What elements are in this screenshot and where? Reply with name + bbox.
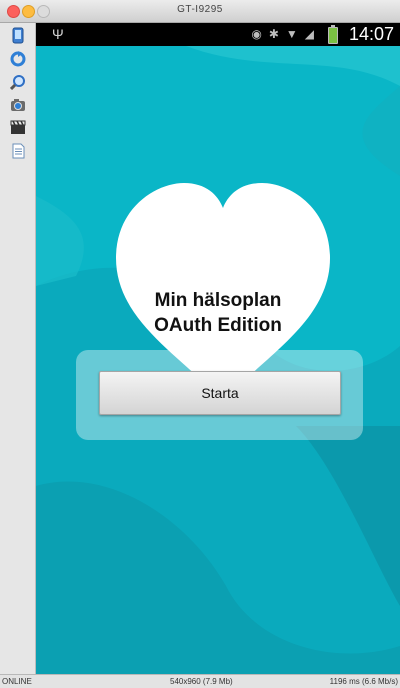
usb-icon: Ψ [52,26,64,42]
rotate-icon[interactable] [9,50,27,67]
wifi-icon: ▼ [285,27,298,41]
phone-screen: Ψ ◉ ✱ ▼ ◢ 14:07 Min hälsoplan OAuth Edit… [36,23,400,674]
clapper-icon[interactable] [9,119,27,136]
status-clock: 14:07 [348,24,394,44]
camera-icon[interactable] [9,96,27,113]
resolution-info: 540x960 (7.9 Mb) [170,677,233,686]
app-title-line2: OAuth Edition [154,315,282,336]
zoom-icon[interactable] [9,73,27,90]
device-icon[interactable] [9,27,27,44]
window-titlebar: GT-I9295 [0,0,400,23]
android-status-bar: Ψ ◉ ✱ ▼ ◢ 14:07 [36,23,400,46]
battery-icon [328,25,338,44]
bluetooth-icon: ✱ [268,27,279,41]
document-icon[interactable] [9,142,27,159]
timing-info: 1196 ms (6.6 Mb/s) [329,677,398,686]
signal-icon: ◢ [304,27,314,41]
start-button[interactable]: Starta [99,371,341,415]
eye-icon: ◉ [251,27,262,41]
app-title-line1: Min hälsoplan [154,290,282,311]
online-status: ONLINE [2,677,32,686]
emulator-status-bar: ONLINE 540x960 (7.9 Mb) 1196 ms (6.6 Mb/… [0,674,400,688]
window-title: GT-I9295 [177,4,223,15]
emulator-toolbar [0,23,36,674]
